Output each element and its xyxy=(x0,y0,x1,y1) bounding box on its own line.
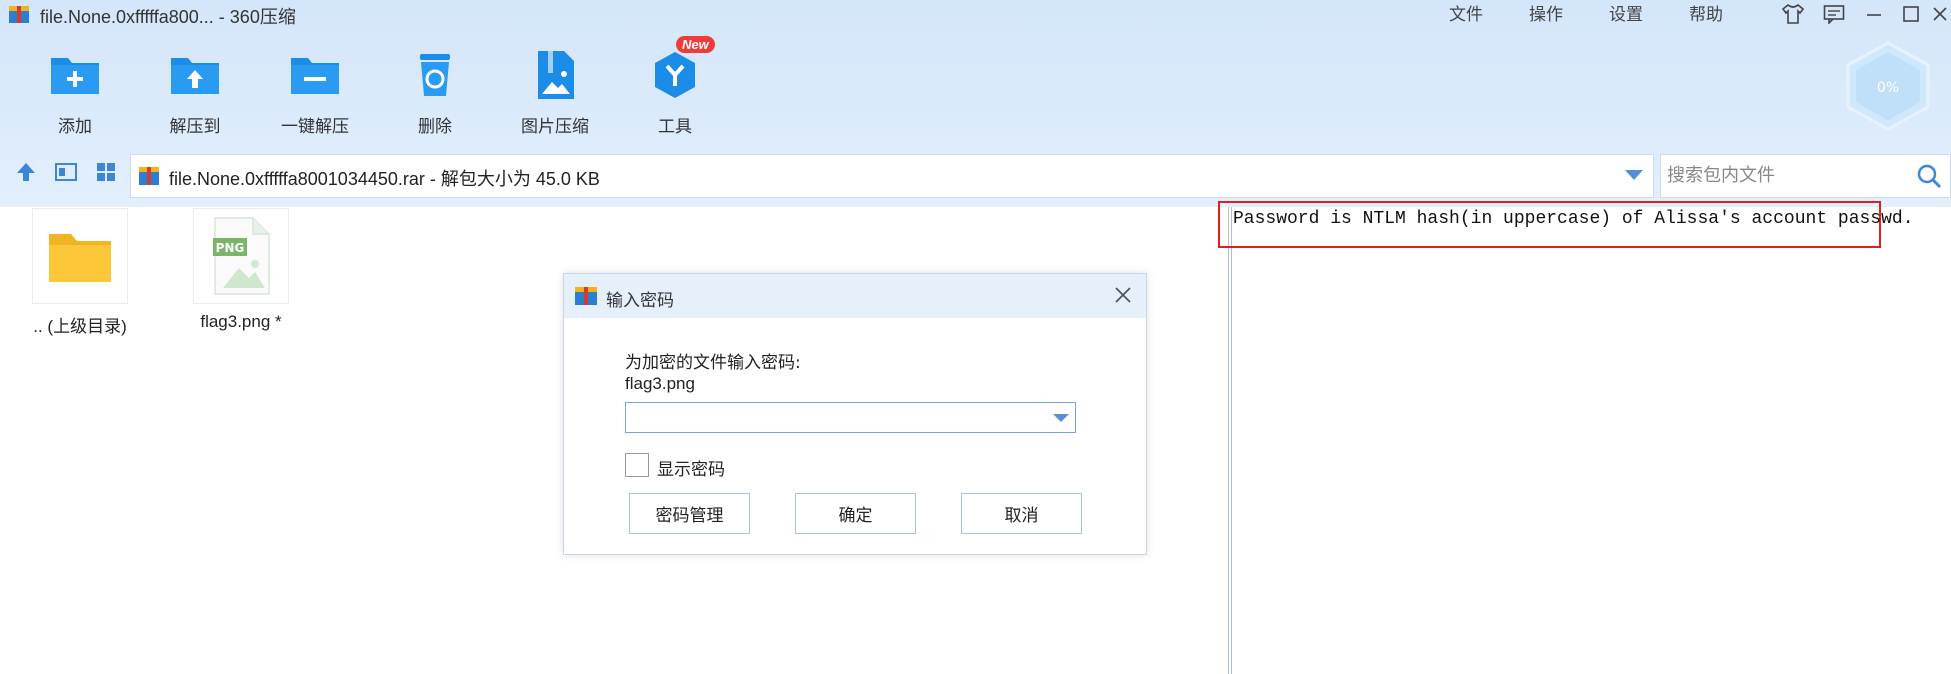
feedback-icon[interactable] xyxy=(1822,2,1846,26)
extract-to-icon xyxy=(171,58,219,94)
file-tile xyxy=(32,208,128,304)
comment-panel-divider[interactable] xyxy=(1228,207,1232,674)
add-label: 添加 xyxy=(58,117,92,137)
dialog-header: 输入密码 xyxy=(564,274,1146,318)
menu-help[interactable]: 帮助 xyxy=(1689,0,1723,25)
search-icon[interactable] xyxy=(1916,163,1942,189)
minimize-icon[interactable] xyxy=(1862,2,1886,26)
search-input[interactable] xyxy=(1667,165,1907,186)
titlebar: file.None.0xfffffa800... - 360压缩 xyxy=(0,0,1951,28)
delete-button[interactable]: 删除 xyxy=(380,48,490,137)
menu-settings[interactable]: 设置 xyxy=(1609,0,1643,25)
window-title: file.None.0xfffffa800... - 360压缩 xyxy=(40,7,296,27)
show-password-label: 显示密码 xyxy=(657,460,725,480)
password-history-dropdown-icon[interactable] xyxy=(1053,414,1069,422)
file-tile: PNG xyxy=(193,208,289,304)
extract-to-button[interactable]: 解压到 xyxy=(140,48,250,137)
image-compress-icon xyxy=(538,51,574,99)
progress-percent: 0% xyxy=(1877,80,1899,96)
dialog-title: 输入密码 xyxy=(606,291,674,311)
one-click-extract-button[interactable]: 一键解压 xyxy=(260,48,370,137)
folder-icon xyxy=(49,234,111,282)
png-file-icon: PNG xyxy=(213,217,270,295)
one-click-extract-label: 一键解压 xyxy=(281,117,349,137)
archive-icon xyxy=(139,167,159,185)
maximize-icon[interactable] xyxy=(1899,2,1923,26)
tools-button[interactable]: 工具 xyxy=(620,48,730,137)
app-logo-icon xyxy=(9,6,29,23)
menu-file[interactable]: 文件 xyxy=(1449,0,1483,25)
password-dialog: 输入密码 为加密的文件输入密码: flag3.png 显示密码 密码管理 确定 … xyxy=(563,273,1147,555)
delete-icon xyxy=(420,54,450,96)
search-box[interactable] xyxy=(1660,154,1951,198)
add-folder-icon xyxy=(51,58,99,94)
grid-view-icon[interactable] xyxy=(94,160,118,184)
add-button[interactable]: 添加 xyxy=(20,48,130,137)
tools-icon xyxy=(655,52,695,98)
ok-button[interactable]: 确定 xyxy=(795,493,916,534)
svg-text:PNG: PNG xyxy=(216,241,245,255)
one-click-extract-icon xyxy=(291,58,339,94)
skin-icon[interactable] xyxy=(1781,2,1805,26)
show-password-checkbox[interactable] xyxy=(625,453,649,477)
close-icon[interactable] xyxy=(1930,2,1950,26)
file-name: flag3.png * xyxy=(200,312,282,331)
extract-to-label: 解压到 xyxy=(169,117,221,137)
detail-view-icon[interactable] xyxy=(54,160,78,184)
address-bar[interactable]: file.None.0xfffffa8001034450.rar - 解包大小为… xyxy=(130,154,1654,198)
password-combo[interactable] xyxy=(625,402,1076,433)
nav-row: file.None.0xfffffa8001034450.rar - 解包大小为… xyxy=(0,152,1951,198)
tools-label: 工具 xyxy=(658,117,692,137)
password-manage-button[interactable]: 密码管理 xyxy=(629,493,750,534)
new-badge: New xyxy=(676,36,715,53)
image-compress-button[interactable]: 图片压缩 xyxy=(500,48,610,137)
encrypted-file-name: flag3.png xyxy=(625,374,695,393)
delete-label: 删除 xyxy=(418,117,452,137)
up-arrow-icon[interactable] xyxy=(14,160,38,184)
dialog-app-icon xyxy=(575,287,597,305)
password-prompt: 为加密的文件输入密码: xyxy=(625,353,801,373)
address-dropdown-icon[interactable] xyxy=(1625,170,1643,180)
progress-hex-icon[interactable]: 0% xyxy=(1843,40,1933,132)
dialog-close-icon[interactable] xyxy=(1110,282,1136,308)
header: file.None.0xfffffa800... - 360压缩 文件 操作 设… xyxy=(0,0,1951,205)
archive-comment: Password is NTLM hash(in uppercase) of A… xyxy=(1233,209,1914,229)
cancel-button[interactable]: 取消 xyxy=(961,493,1082,534)
password-input[interactable] xyxy=(630,407,1040,429)
address-path: file.None.0xfffffa8001034450.rar - 解包大小为… xyxy=(169,169,600,189)
file-name: .. (上级目录) xyxy=(33,317,127,336)
file-item-parent[interactable]: .. (上级目录) xyxy=(32,208,128,337)
image-compress-label: 图片压缩 xyxy=(521,117,589,137)
file-item-flag3[interactable]: PNG flag3.png * xyxy=(193,208,289,332)
menu-operate[interactable]: 操作 xyxy=(1529,0,1563,25)
